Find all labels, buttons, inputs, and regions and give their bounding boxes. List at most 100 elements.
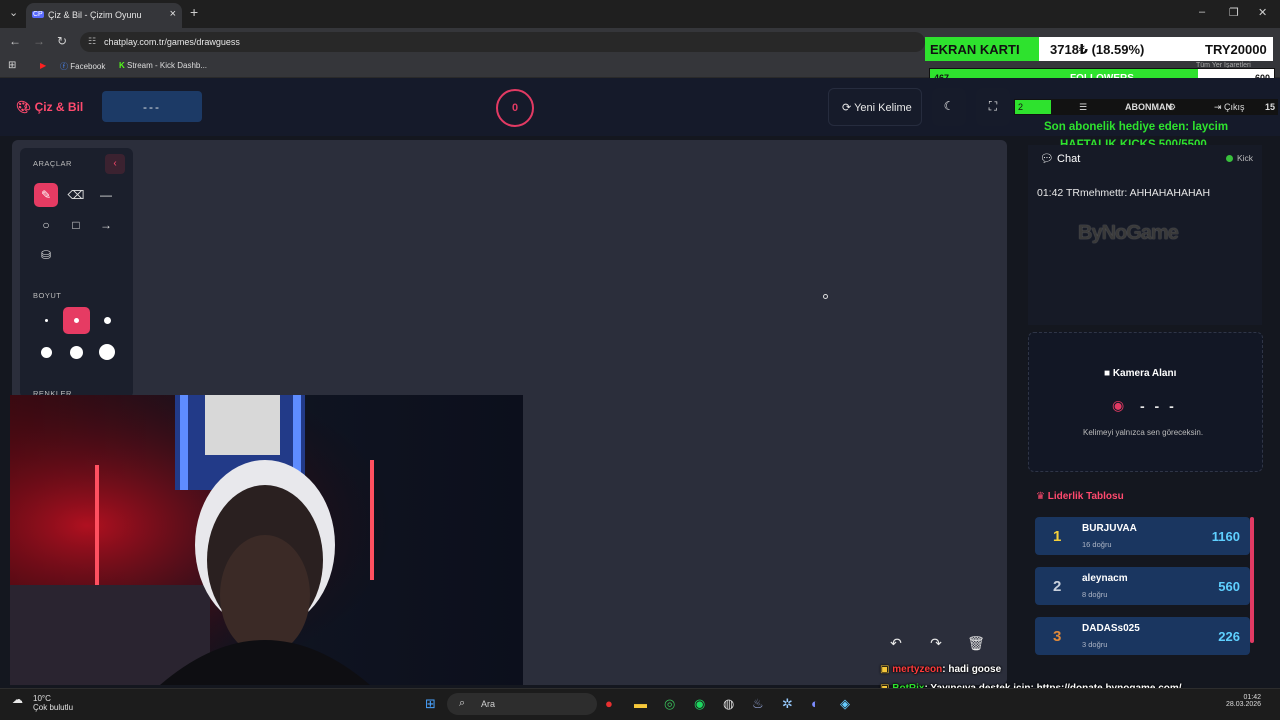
minimize-icon[interactable]: – <box>1199 6 1205 18</box>
tab-search-icon[interactable]: ⌄ <box>9 6 18 19</box>
rank-number: 3 <box>1053 628 1062 645</box>
leaderboard-title: ♛ Liderlik Tablosu <box>1036 491 1124 502</box>
folder-icon[interactable]: ▬ <box>634 696 647 711</box>
line-tool-button[interactable]: — <box>94 183 118 207</box>
chat-username: mertyzeon <box>892 664 943 675</box>
taskbar-search[interactable]: ⌕ Ara <box>447 693 597 715</box>
eraser-icon: ⌫ <box>67 188 85 202</box>
chrome-icon[interactable]: ◎ <box>664 696 675 712</box>
refresh-icon: ⟳ <box>842 102 855 114</box>
pen-tool-button[interactable]: ✎ <box>34 183 58 207</box>
size-option-4[interactable] <box>41 347 52 358</box>
subscriber-count: 15 <box>1265 102 1276 112</box>
chat-icon: 💬︎ <box>1040 153 1058 165</box>
fullscreen-button[interactable]: ⛶ <box>976 88 1010 126</box>
correct-count: 16 doğru <box>1082 540 1112 549</box>
size-option-3[interactable] <box>104 317 111 324</box>
bookmark-facebook[interactable]: ⓕ Facebook <box>60 61 105 72</box>
close-icon[interactable]: × <box>170 8 176 20</box>
theme-toggle-button[interactable]: ☾ <box>932 88 966 126</box>
gpu-goal-value: 3718₺ (18.59%) <box>1050 42 1145 57</box>
square-icon: □ <box>72 218 80 232</box>
webcam-feed <box>10 395 523 685</box>
date: 28.03.2026 <box>1226 701 1262 708</box>
kick-status-dot <box>1226 155 1233 162</box>
arrow-tool-button[interactable]: → <box>94 213 118 237</box>
size-option-1[interactable] <box>45 319 48 322</box>
rank-number: 2 <box>1053 578 1062 595</box>
weather-icon[interactable]: ☁ <box>12 693 23 706</box>
obs-icon[interactable]: ◍ <box>723 696 734 712</box>
back-icon[interactable]: ← <box>9 34 21 48</box>
size-section-title: BOYUT <box>33 291 62 300</box>
app-logo[interactable]: 🎨︎ Çiz & Bil <box>16 100 83 114</box>
player-name: BURJUVAA <box>1082 523 1137 534</box>
url-text: chatplay.com.tr/games/drawguess <box>104 37 240 47</box>
correct-count: 3 doğru <box>1082 640 1108 649</box>
discord-icon[interactable]: ◐ <box>811 696 819 711</box>
maximize-icon[interactable]: ❐ <box>1229 6 1239 19</box>
collapse-panel-button[interactable]: ‹ <box>105 154 125 174</box>
player-points: 1160 <box>1211 529 1240 544</box>
new-tab-icon[interactable]: + <box>190 4 198 20</box>
chat-message: 01:42 TRmehmettr: AHHAHAHAHAH <box>1037 187 1211 199</box>
chat-text: : hadi goose <box>942 664 1002 675</box>
circle-tool-button[interactable]: ○ <box>34 213 58 237</box>
taskbar-clock[interactable]: 01:42 28.03.2026 <box>1226 694 1261 708</box>
size-option-2[interactable] <box>74 318 79 323</box>
player-points: 226 <box>1218 629 1240 644</box>
media-app-icon[interactable]: ● <box>605 696 613 711</box>
settings-icon[interactable]: ⚙ <box>1168 102 1176 113</box>
tab-title: Çiz & Bil - Çizim Oyunu <box>48 10 142 20</box>
eraser-tool-button[interactable]: ⌫ <box>64 183 88 207</box>
redo-icon: ↷ <box>930 635 942 651</box>
forward-icon[interactable]: → <box>33 34 45 48</box>
leaderboard-scrollbar[interactable] <box>1250 517 1254 643</box>
eye-icon[interactable]: ◉ <box>1112 397 1124 414</box>
trash-icon: 🗑︎ <box>967 635 985 651</box>
player-name: DADASs025 <box>1082 623 1140 634</box>
weather-widget[interactable]: 10°C Çok bulutlu <box>33 694 73 712</box>
word-hint: --- <box>102 91 202 122</box>
youtube-icon[interactable]: ▶ <box>40 61 46 70</box>
fill-tool-button[interactable]: ⛁ <box>34 243 58 267</box>
site-info-icon[interactable]: ☷ <box>88 36 96 47</box>
size-option-6[interactable] <box>99 344 115 360</box>
badge-icon: ▣ <box>880 664 893 675</box>
clear-canvas-button[interactable]: 🗑︎ <box>961 629 991 659</box>
camera-title: ■ Kamera Alanı <box>1104 368 1177 379</box>
reload-icon[interactable]: ↻ <box>57 34 67 48</box>
apps-icon[interactable]: ⊞ <box>8 60 16 71</box>
exit-button[interactable]: ⇥ Çıkış <box>1214 102 1245 113</box>
address-bar[interactable]: ☷ chatplay.com.tr/games/drawguess <box>80 32 925 52</box>
start-icon[interactable]: ⊞ <box>425 696 436 712</box>
settings-app-icon[interactable]: ✲ <box>782 696 793 712</box>
new-word-button[interactable]: ⟳ Yeni Kelime <box>828 88 922 126</box>
redo-button[interactable]: ↷ <box>921 629 951 659</box>
undo-button[interactable]: ↶ <box>881 629 911 659</box>
app-icon[interactable]: ◈ <box>840 696 850 712</box>
kick-chat-line: ▣ mertyzeon: hadi goose <box>880 664 1001 675</box>
leaderboard-row: 1 BURJUVAA 16 doğru 1160 <box>1035 517 1250 555</box>
sponsor-logo: ByNoGame <box>1078 222 1179 244</box>
steam-icon[interactable]: ♨ <box>752 696 764 712</box>
window-close-icon[interactable]: ✕ <box>1258 6 1267 19</box>
leaderboard-row: 2 aleynacm 8 doğru 560 <box>1035 567 1250 605</box>
player-name: aleynacm <box>1082 573 1128 584</box>
kick-icon: K <box>119 61 127 70</box>
size-option-5[interactable] <box>70 346 83 359</box>
webcam-image <box>10 395 523 685</box>
video-icon: ■ <box>1104 368 1113 379</box>
bookmark-kick[interactable]: K Stream - Kick Dashb... <box>119 61 207 70</box>
gift-sub-text: Son abonelik hediye eden: laycim <box>1044 121 1229 133</box>
rectangle-tool-button[interactable]: □ <box>64 213 88 237</box>
browser-tab[interactable]: CP Çiz & Bil - Çizim Oyunu × <box>26 3 182 28</box>
subscriber-label: ABONMAN <box>1125 102 1172 112</box>
spotify-icon[interactable]: ◉ <box>694 696 705 712</box>
brush-cursor <box>823 294 828 299</box>
tools-section-title: ARAÇLAR <box>33 159 72 168</box>
chat-platform: Kick <box>1237 153 1254 163</box>
search-icon: ⌕ <box>459 697 466 709</box>
exit-icon: ⇥ <box>1214 102 1225 112</box>
palette-icon: 🎨︎ <box>16 100 35 114</box>
